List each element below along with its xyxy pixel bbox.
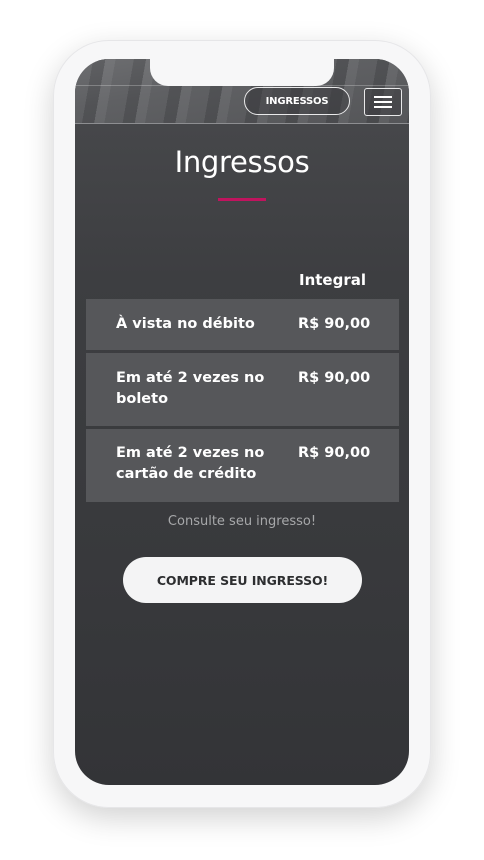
price-value: R$ 90,00: [298, 370, 371, 386]
menu-line: [374, 101, 392, 103]
payment-method-label: Em até 2 vezes no cartão de crédito: [116, 445, 265, 482]
table-row: À vista no débito R$ 90,00: [86, 299, 399, 350]
phone-screen: INGRESSOS Ingressos Integral À vista no …: [75, 59, 409, 785]
payment-method-label: À vista no débito: [116, 316, 255, 332]
price-value: R$ 90,00: [298, 316, 371, 332]
consult-ticket-link[interactable]: Consulte seu ingresso!: [75, 514, 409, 529]
price-table: À vista no débito R$ 90,00 Em até 2 veze…: [86, 299, 399, 505]
menu-line: [374, 96, 392, 98]
page-title: Ingressos: [174, 145, 310, 179]
hamburger-menu-icon[interactable]: [364, 88, 402, 116]
price-value: R$ 90,00: [298, 445, 371, 461]
price-column-header: Integral: [299, 271, 367, 289]
device-mockup: INGRESSOS Ingressos Integral À vista no …: [0, 0, 484, 860]
table-row: Em até 2 vezes no cartão de crédito R$ 9…: [86, 429, 399, 502]
title-accent-underline: [218, 198, 266, 201]
table-row: Em até 2 vezes no boleto R$ 90,00: [86, 353, 399, 426]
ingressos-nav-button[interactable]: INGRESSOS: [244, 87, 350, 115]
payment-method-label: Em até 2 vezes no boleto: [116, 370, 265, 407]
menu-line: [374, 106, 392, 108]
buy-ticket-button[interactable]: COMPRE SEU INGRESSO!: [123, 557, 362, 603]
phone-notch: [150, 59, 334, 86]
